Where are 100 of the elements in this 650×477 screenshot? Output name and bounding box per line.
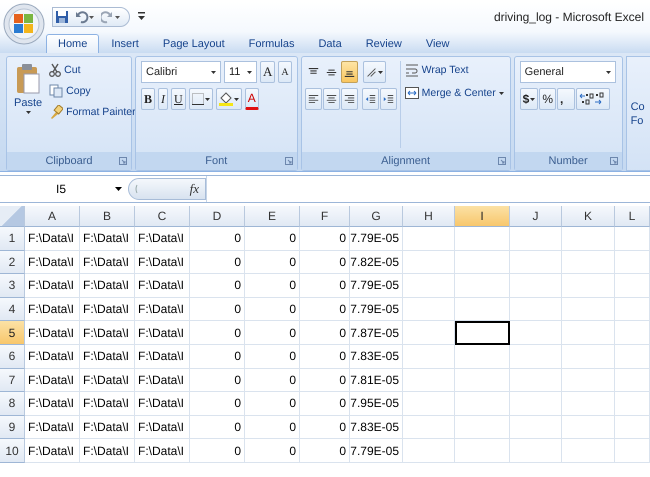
ribbon-tab[interactable]: View bbox=[414, 34, 462, 53]
row-header[interactable]: 8 bbox=[0, 392, 25, 416]
row-header[interactable]: 1 bbox=[0, 227, 25, 251]
column-header[interactable]: F bbox=[300, 206, 350, 227]
insert-function-button[interactable]: fx bbox=[190, 181, 199, 197]
align-center-button[interactable] bbox=[322, 88, 340, 110]
italic-button[interactable]: I bbox=[158, 88, 168, 110]
orientation-button[interactable] bbox=[362, 61, 386, 83]
table-cell bbox=[403, 227, 455, 251]
column-header[interactable]: K bbox=[562, 206, 615, 227]
row-header[interactable]: 6 bbox=[0, 344, 25, 369]
borders-button[interactable] bbox=[188, 88, 213, 110]
table-cell: 7.79E-05 bbox=[350, 227, 403, 251]
table-cell bbox=[510, 392, 562, 416]
increase-indent-button[interactable] bbox=[380, 88, 397, 110]
table-cell: F:\Data\I bbox=[135, 227, 190, 251]
column-header[interactable]: E bbox=[245, 206, 300, 227]
office-button-icon[interactable] bbox=[3, 3, 45, 45]
cut-button[interactable]: Cut bbox=[47, 61, 138, 79]
font-name-dropdown[interactable]: Calibri bbox=[141, 61, 221, 83]
table-cell: F:\Data\I bbox=[25, 439, 80, 463]
conditional-formatting-label[interactable]: Co bbox=[630, 100, 650, 112]
table-cell bbox=[403, 368, 455, 392]
table-cell bbox=[510, 250, 562, 274]
table-cell bbox=[615, 321, 650, 345]
table-cell: 0 bbox=[300, 274, 350, 298]
undo-icon[interactable] bbox=[75, 10, 95, 24]
row-header[interactable]: 3 bbox=[0, 274, 25, 298]
format-painter-button[interactable]: Format Painter bbox=[47, 103, 138, 121]
column-header[interactable]: B bbox=[80, 206, 135, 227]
table-cell bbox=[403, 344, 455, 369]
align-left-button[interactable] bbox=[304, 88, 322, 110]
table-cell bbox=[403, 250, 455, 274]
column-header[interactable]: I bbox=[455, 206, 510, 227]
caret-icon bbox=[115, 187, 122, 191]
table-cell bbox=[403, 416, 455, 440]
table-cell: 0 bbox=[245, 250, 300, 274]
table-cell: F:\Data\I bbox=[135, 321, 190, 345]
table-cell bbox=[615, 227, 650, 251]
row-header[interactable]: 2 bbox=[0, 250, 25, 274]
copy-icon bbox=[49, 84, 64, 98]
table-cell: 0 bbox=[300, 250, 350, 274]
table-cell: 0 bbox=[245, 321, 300, 345]
column-header[interactable]: G bbox=[350, 206, 403, 227]
align-right-button[interactable] bbox=[340, 88, 358, 110]
ribbon-tab[interactable]: Review bbox=[354, 34, 414, 53]
table-cell: F:\Data\I bbox=[80, 227, 135, 251]
column-header[interactable]: J bbox=[510, 206, 562, 227]
shrink-font-button[interactable]: A bbox=[278, 61, 292, 83]
ribbon-tab[interactable]: Formulas bbox=[236, 34, 306, 53]
bold-button[interactable]: B bbox=[141, 88, 156, 110]
wrap-text-button[interactable]: Wrap Text bbox=[402, 61, 506, 79]
paste-button[interactable]: Paste bbox=[12, 61, 44, 148]
comma-button[interactable]: , bbox=[557, 88, 575, 110]
table-cell: 7.83E-05 bbox=[350, 416, 403, 440]
row-header[interactable]: 7 bbox=[0, 368, 25, 392]
row-header[interactable]: 9 bbox=[0, 416, 25, 440]
column-header[interactable]: C bbox=[135, 206, 190, 227]
bottom-align-button[interactable] bbox=[340, 61, 358, 83]
name-box[interactable]: I5 bbox=[0, 176, 128, 202]
table-cell bbox=[562, 250, 615, 274]
table-cell: F:\Data\I bbox=[80, 344, 135, 369]
align-icon bbox=[326, 66, 337, 78]
column-header[interactable]: H bbox=[403, 206, 455, 227]
table-cell bbox=[455, 298, 510, 322]
merge-center-button[interactable]: Merge & Center bbox=[402, 84, 506, 102]
table-cell bbox=[615, 439, 650, 463]
table-cell: F:\Data\I bbox=[80, 321, 135, 345]
save-icon[interactable] bbox=[55, 10, 69, 24]
decimal-buttons[interactable] bbox=[576, 88, 610, 110]
row-header[interactable]: 10 bbox=[0, 439, 25, 463]
caret-icon bbox=[498, 92, 504, 94]
column-header[interactable]: A bbox=[25, 206, 80, 227]
font-color-button[interactable]: A bbox=[244, 88, 259, 110]
number-format-dropdown[interactable]: General bbox=[520, 61, 616, 83]
caret-icon bbox=[204, 98, 210, 100]
grow-font-button[interactable]: A bbox=[260, 61, 276, 83]
percent-button[interactable]: % bbox=[539, 88, 556, 110]
group-label: Clipboard bbox=[45, 155, 93, 167]
font-size-dropdown[interactable]: 11 bbox=[224, 61, 257, 83]
underline-button[interactable]: U bbox=[171, 88, 186, 110]
fill-color-button[interactable] bbox=[216, 88, 242, 110]
table-cell: 0 bbox=[300, 416, 350, 440]
ribbon-tab[interactable]: Insert bbox=[99, 34, 151, 53]
currency-button[interactable]: $ bbox=[520, 88, 538, 110]
redo-icon[interactable] bbox=[101, 10, 121, 24]
decrease-indent-button[interactable] bbox=[362, 88, 379, 110]
customize-menu-icon[interactable] bbox=[138, 12, 145, 21]
ribbon-tab[interactable]: Data bbox=[306, 34, 354, 53]
active-cell[interactable] bbox=[455, 321, 510, 345]
table-cell bbox=[562, 344, 615, 369]
group-label: Font bbox=[205, 155, 228, 167]
row-header[interactable]: 4 bbox=[0, 298, 25, 322]
ribbon-tab[interactable]: Home bbox=[46, 34, 100, 53]
row-header[interactable]: 5 bbox=[0, 321, 25, 345]
indent-icon bbox=[364, 94, 376, 104]
ribbon-tab[interactable]: Page Layout bbox=[150, 34, 237, 53]
conditional-formatting-label[interactable]: Fo bbox=[630, 114, 650, 126]
column-header[interactable]: L bbox=[615, 206, 650, 227]
column-header[interactable]: D bbox=[190, 206, 245, 227]
